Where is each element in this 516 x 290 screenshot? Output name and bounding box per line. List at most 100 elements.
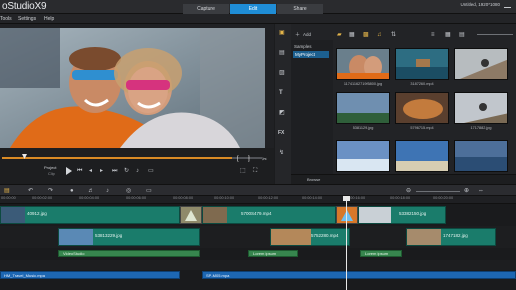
- timeline-clip[interactable]: 53382150.jpg: [358, 206, 446, 224]
- path-icon[interactable]: ↯: [279, 150, 284, 156]
- zoom-out-icon[interactable]: ⊖: [406, 188, 411, 194]
- menu-help[interactable]: Help: [44, 16, 54, 22]
- audio-clip[interactable]: HM_Travel_Music.mpa: [0, 271, 180, 279]
- mark-out-icon[interactable]: ]: [248, 156, 250, 162]
- timeline-clip[interactable]: 5700S479.mp4: [202, 206, 336, 224]
- record-icon[interactable]: ●: [70, 188, 74, 194]
- library-thumb[interactable]: [395, 92, 449, 124]
- thumb-image: [455, 49, 507, 79]
- play-button[interactable]: [64, 167, 74, 175]
- tab-edit[interactable]: Edit: [230, 4, 276, 14]
- ruler-tick: 00:00:04:00: [79, 196, 100, 200]
- clip-label: 53813229.jpg: [95, 233, 123, 238]
- scrubber-handle[interactable]: [22, 154, 27, 160]
- volume-icon[interactable]: ♪: [136, 168, 139, 174]
- tab-share[interactable]: Share: [277, 4, 323, 14]
- fullscreen-icon[interactable]: ⛶: [253, 168, 257, 174]
- auto-music-icon[interactable]: ♪: [106, 188, 109, 194]
- motion-icon[interactable]: ◎: [126, 188, 131, 194]
- end-icon[interactable]: ⏭: [112, 168, 117, 174]
- browse-button[interactable]: Browse: [307, 177, 320, 182]
- library-thumb[interactable]: [454, 140, 508, 172]
- sound-mixer-icon[interactable]: ♬: [88, 188, 94, 194]
- folder-myproject[interactable]: MyProject: [293, 51, 329, 58]
- instant-project-icon[interactable]: ▤: [279, 50, 285, 56]
- split-icon[interactable]: ✂: [262, 157, 267, 163]
- fx-icon[interactable]: FX: [278, 130, 284, 136]
- minimize-icon: [504, 7, 511, 8]
- thumb-label: 3187260.mp4: [410, 82, 434, 86]
- add-folder-label[interactable]: Add: [303, 32, 311, 37]
- audio-clip[interactable]: SP-M05.mpa: [202, 271, 516, 279]
- library-thumb[interactable]: [336, 140, 390, 172]
- timeline-ruler[interactable]: 00:00:00 00:00:02:00 00:00:04:00 00:00:0…: [0, 196, 516, 204]
- add-folder-icon[interactable]: ＋: [295, 32, 300, 38]
- transition-icon[interactable]: ▨: [279, 70, 285, 76]
- hd-icon[interactable]: ▭: [148, 168, 154, 174]
- step-back-icon[interactable]: ◂: [89, 168, 92, 174]
- timeline-clip[interactable]: 53813229.jpg: [58, 228, 200, 246]
- photo-filter-icon[interactable]: ▩: [363, 32, 369, 38]
- clip-thumb: [59, 229, 93, 245]
- library-footer: Browse: [291, 174, 516, 184]
- preview-video[interactable]: [0, 28, 265, 148]
- thumb-label: 5381129.jpg: [352, 126, 374, 130]
- transition-block[interactable]: [180, 206, 202, 224]
- thumb-size-slider[interactable]: [477, 34, 513, 35]
- menu-settings[interactable]: Settings: [18, 16, 36, 22]
- timeline-clip[interactable]: 5752280.mp4: [270, 228, 350, 246]
- library-thumb[interactable]: [336, 48, 390, 80]
- thumb-image: [396, 49, 448, 79]
- library-thumb[interactable]: [454, 48, 508, 80]
- timeline-clip[interactable]: 40912.jpg: [0, 206, 180, 224]
- step-forward-icon[interactable]: ▸: [100, 168, 103, 174]
- playhead-handle[interactable]: [343, 196, 350, 201]
- title-icon[interactable]: T: [279, 90, 283, 96]
- storyboard-icon[interactable]: ▤: [4, 188, 10, 194]
- list-view-icon[interactable]: ≡: [431, 32, 435, 38]
- title-clip[interactable]: Lorem ipsum: [360, 250, 402, 257]
- zoom-in-icon[interactable]: ⊕: [464, 188, 469, 194]
- mode-clip-label[interactable]: Clip: [48, 171, 55, 176]
- fit-project-icon[interactable]: ⇔: [478, 188, 484, 194]
- home-icon[interactable]: ⏮: [77, 168, 82, 174]
- library-thumb[interactable]: [395, 48, 449, 80]
- tab-capture[interactable]: Capture: [183, 4, 229, 14]
- menu-tools[interactable]: Tools: [0, 16, 12, 22]
- folder-icon[interactable]: ▰: [337, 32, 342, 38]
- ruler-tick: 00:00:20:00: [433, 196, 454, 200]
- detail-view-icon[interactable]: ▤: [459, 32, 465, 38]
- grid-view-icon[interactable]: ▦: [445, 32, 451, 38]
- redo-icon[interactable]: ↷: [48, 188, 53, 194]
- mode-project-label[interactable]: Project: [44, 165, 56, 170]
- audio-filter-icon[interactable]: ♫: [377, 32, 382, 38]
- title-clip[interactable]: Lorem ipsum: [248, 250, 298, 257]
- graphics-icon[interactable]: ◩: [279, 110, 285, 116]
- ruler-tick: 00:00:02:00: [32, 196, 53, 200]
- clip-thumb: [359, 207, 391, 223]
- clip-thumb: [407, 229, 441, 245]
- media-icon[interactable]: ▣: [279, 30, 285, 36]
- repeat-icon[interactable]: ↻: [124, 168, 129, 174]
- window-controls[interactable]: [502, 1, 514, 11]
- library-thumb[interactable]: [336, 92, 390, 124]
- image-filter-icon[interactable]: ▦: [349, 32, 355, 38]
- project-info: Untitled, 1920*1080: [460, 2, 500, 7]
- fit-icon[interactable]: ⬚: [240, 168, 246, 174]
- timeline-clip[interactable]: 1747182.jpg: [406, 228, 496, 246]
- title-clip[interactable]: VideoStudio: [58, 250, 200, 257]
- transition-icon: [185, 210, 197, 221]
- subtitle-icon[interactable]: ▭: [146, 188, 152, 194]
- zoom-slider[interactable]: [416, 191, 460, 192]
- preview-image: [0, 28, 265, 148]
- thumb-label: 5796715.mp4: [410, 126, 434, 130]
- clip-label: 1747182.jpg: [443, 233, 468, 238]
- sort-icon[interactable]: ⇅: [391, 32, 396, 38]
- library-thumb[interactable]: [454, 92, 508, 124]
- transition-block[interactable]: [336, 206, 358, 224]
- mark-in-icon[interactable]: [: [237, 156, 239, 162]
- folder-samples[interactable]: Samples: [294, 44, 312, 49]
- playhead[interactable]: [346, 196, 347, 290]
- undo-icon[interactable]: ↶: [28, 188, 33, 194]
- library-thumb[interactable]: [395, 140, 449, 172]
